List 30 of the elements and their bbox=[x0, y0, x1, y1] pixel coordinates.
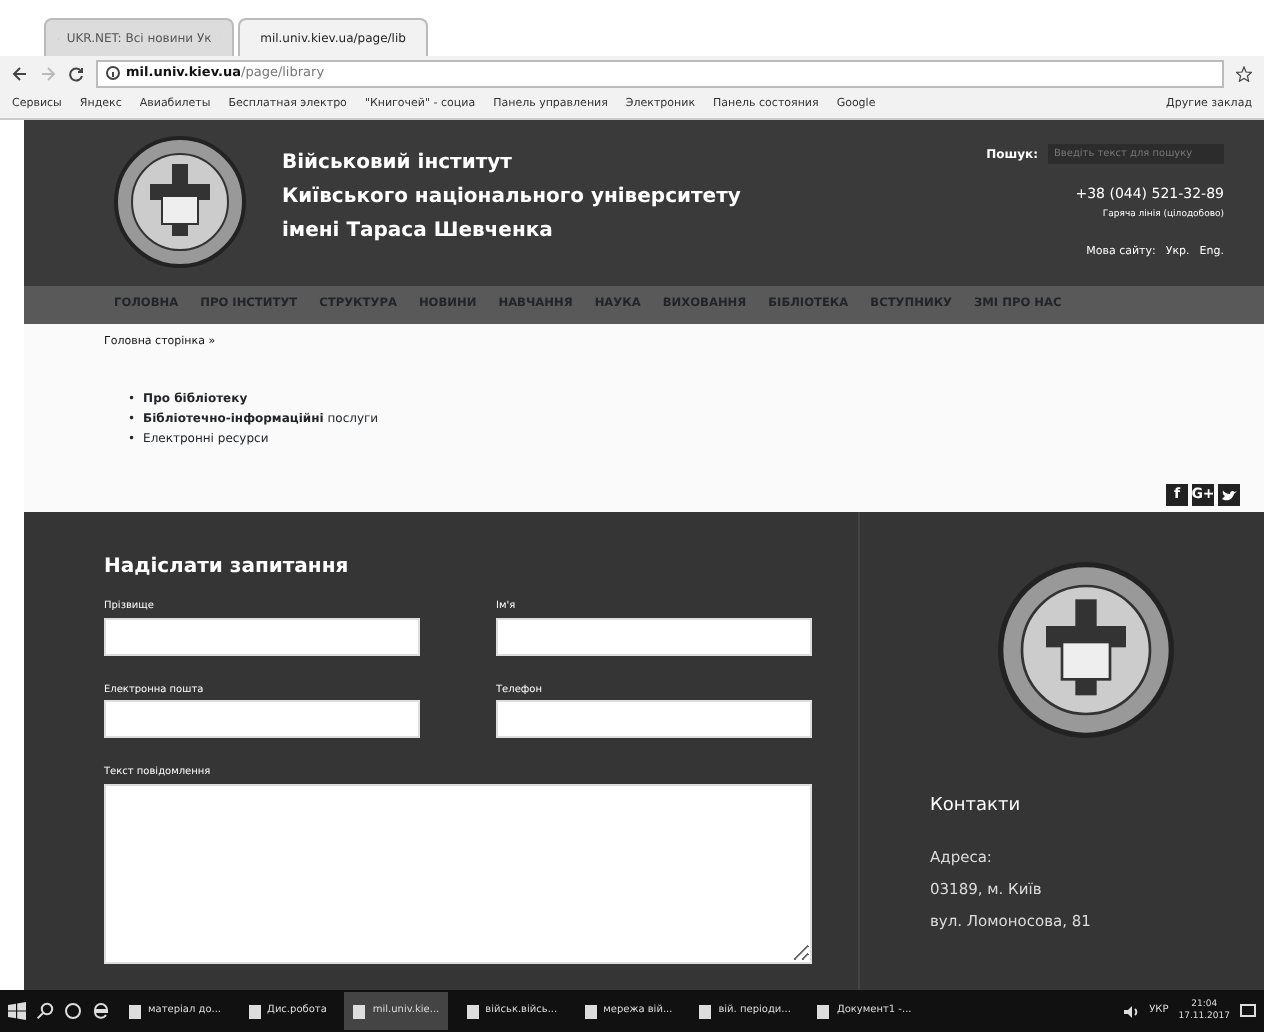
start-icon[interactable] bbox=[8, 1002, 26, 1020]
browser-icon[interactable] bbox=[92, 1002, 110, 1020]
app-icon bbox=[698, 1003, 713, 1019]
input-field[interactable] bbox=[496, 617, 812, 655]
back-icon[interactable] bbox=[12, 65, 28, 81]
app-icon bbox=[128, 1003, 142, 1019]
site-title: імені Тараса Шевченка bbox=[282, 218, 555, 246]
form-title: Надіслати запитання bbox=[104, 554, 351, 582]
contacts-title: Контакти bbox=[930, 794, 1023, 820]
reload-icon[interactable] bbox=[68, 65, 84, 81]
app-icon bbox=[247, 1003, 262, 1019]
circle-icon[interactable] bbox=[64, 1002, 82, 1020]
notification-icon[interactable] bbox=[1240, 1003, 1256, 1019]
app-icon bbox=[352, 1003, 367, 1019]
site-title: Київського національного університету bbox=[282, 184, 743, 212]
search-icon[interactable] bbox=[36, 1002, 54, 1020]
info-icon bbox=[106, 66, 120, 80]
input-field[interactable] bbox=[104, 617, 420, 655]
input-field[interactable] bbox=[496, 700, 812, 738]
emblem-drawing bbox=[114, 136, 246, 268]
input-field[interactable] bbox=[104, 700, 420, 738]
bird-icon bbox=[1221, 488, 1237, 502]
app-icon bbox=[583, 1003, 598, 1019]
speaker-icon[interactable] bbox=[1121, 1003, 1140, 1019]
site-title: Військовий інститут bbox=[282, 150, 514, 178]
star-icon[interactable] bbox=[1236, 65, 1252, 81]
app-icon bbox=[465, 1003, 480, 1019]
app-icon bbox=[816, 1003, 831, 1019]
message-field[interactable] bbox=[104, 783, 812, 963]
twitter-button[interactable] bbox=[1218, 484, 1240, 506]
